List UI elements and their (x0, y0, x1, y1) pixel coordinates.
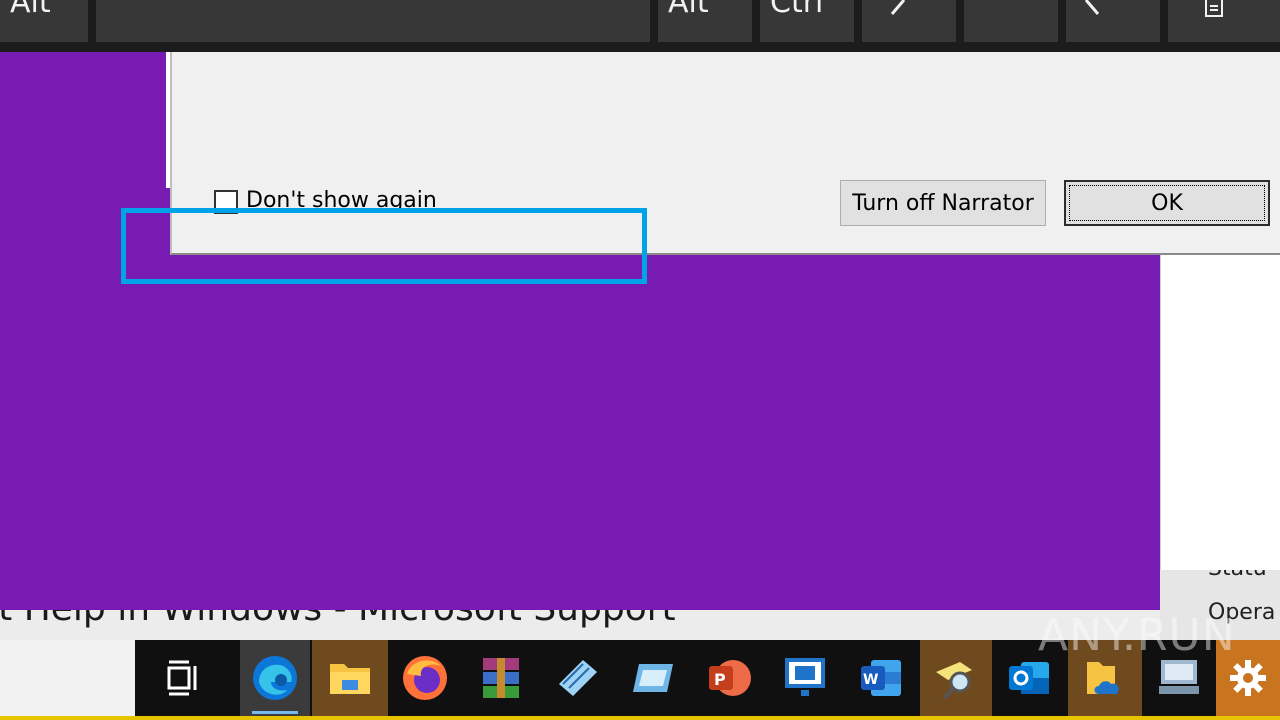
network-button[interactable] (770, 640, 840, 716)
task-view-icon (167, 660, 197, 696)
notepad-button[interactable] (542, 640, 612, 716)
key-right-arrow[interactable] (1066, 0, 1160, 42)
onedrive-folder-icon (1087, 662, 1119, 694)
remote-app-icon (633, 664, 673, 692)
powerpoint-icon: P (709, 660, 751, 696)
status-text: Statu (1208, 570, 1267, 581)
key-ctrl[interactable]: Ctrl (760, 0, 854, 42)
browser-title-strip: et Help in Windows - Microsoft Support (0, 610, 1160, 640)
taskbar-search-box[interactable] (0, 640, 135, 720)
firefox-icon (403, 656, 447, 700)
turn-off-narrator-button[interactable]: Turn off Narrator (840, 180, 1046, 226)
key-menu[interactable] (1168, 0, 1280, 42)
search-tool-icon (936, 662, 972, 700)
edge-taskbar-button[interactable] (240, 640, 310, 716)
file-explorer-icon (330, 664, 370, 694)
file-explorer-button[interactable] (312, 640, 388, 716)
browser-page-title: et Help in Windows - Microsoft Support (0, 610, 676, 629)
turn-off-narrator-label: Turn off Narrator (852, 190, 1034, 216)
search-tool-button[interactable] (920, 640, 992, 716)
svg-text:P: P (714, 670, 726, 689)
key-space[interactable] (96, 0, 650, 42)
narrator-focus-rectangle (121, 208, 647, 284)
network-icon (785, 658, 825, 696)
left-arrow-icon (890, 0, 906, 15)
notepad-icon (559, 660, 597, 696)
svg-text:W: W (863, 672, 878, 688)
edge-icon (253, 656, 297, 700)
winrar-button[interactable] (466, 640, 536, 716)
word-button[interactable]: W (846, 640, 916, 716)
powerpoint-button[interactable]: P (694, 640, 764, 716)
menu-key-icon (1205, 0, 1223, 17)
word-icon: W (861, 660, 901, 696)
ok-button[interactable]: OK (1064, 180, 1270, 226)
taskbar-accent-line (0, 716, 1280, 720)
focus-dotted-outline (1069, 185, 1265, 221)
remote-app-button[interactable] (618, 640, 688, 716)
on-screen-keyboard: Alt Alt Ctrl (0, 0, 1280, 52)
task-view-button[interactable] (148, 640, 218, 716)
key-alt-right[interactable]: Alt (658, 0, 752, 42)
watermark: ANY.RUN (1038, 610, 1236, 661)
outlook-icon (1009, 662, 1049, 694)
settings-icon (1230, 660, 1266, 696)
winrar-icon (483, 658, 519, 698)
computer-icon (1159, 660, 1199, 694)
right-arrow-icon (1084, 0, 1100, 15)
key-down-arrow[interactable] (964, 0, 1058, 42)
key-left-arrow[interactable] (862, 0, 956, 42)
key-alt-left[interactable]: Alt (0, 0, 88, 42)
firefox-button[interactable] (390, 640, 460, 716)
background-window-panel (1160, 255, 1280, 570)
